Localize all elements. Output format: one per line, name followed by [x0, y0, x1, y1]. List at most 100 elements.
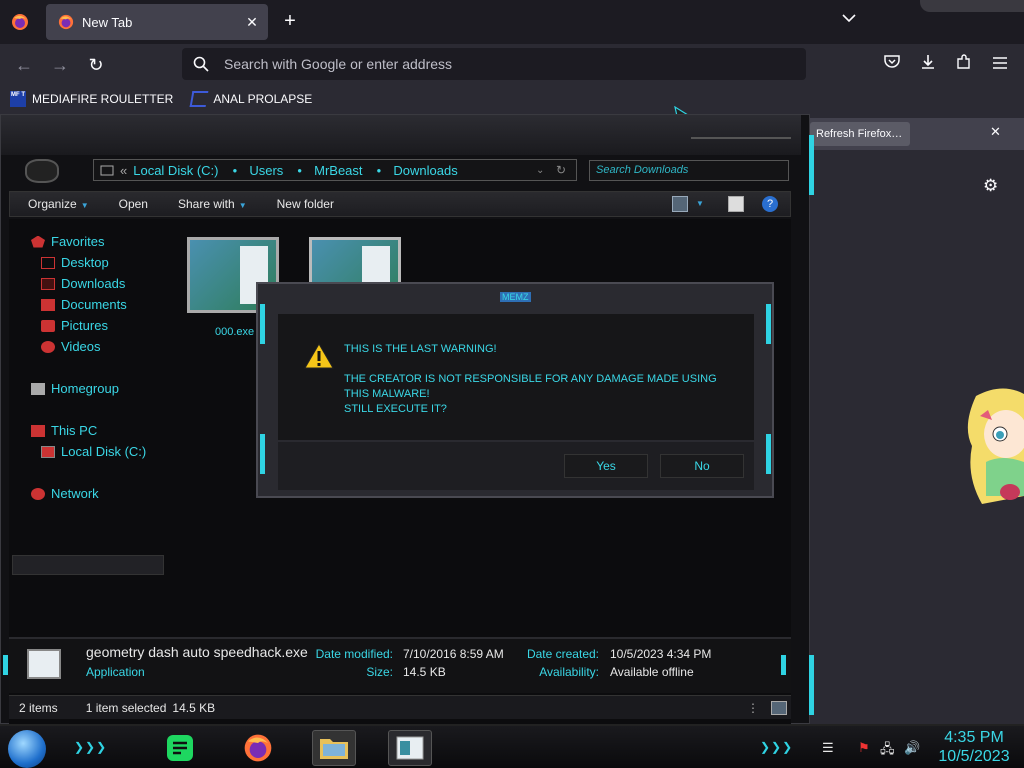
back-button[interactable]: ←	[12, 54, 36, 76]
new-tab-button[interactable]: +	[278, 10, 302, 34]
application-icon	[396, 736, 424, 760]
size-label: Size:	[366, 665, 393, 679]
breadcrumb-separator-icon[interactable]: ●	[377, 166, 382, 175]
hamburger-icon	[993, 57, 1007, 69]
breadcrumb-separator-icon[interactable]: ●	[297, 166, 302, 175]
selected-file-name: geometry dash auto speedhack.exe	[86, 644, 308, 660]
url-placeholder: Search with Google or enter address	[224, 56, 453, 72]
large-icons-view-icon[interactable]	[771, 700, 787, 715]
start-button[interactable]	[8, 730, 46, 768]
warning-line: THIS MALWARE!	[344, 388, 430, 400]
dialog-body: THIS IS THE LAST WARNING! THE CREATOR IS…	[278, 314, 754, 440]
dialog-title: MEMZ	[500, 292, 531, 302]
share-with-button[interactable]: Share with ▼	[178, 197, 247, 211]
nav-label: This PC	[51, 423, 98, 438]
nav-label: Favorites	[51, 234, 105, 249]
action-center-flag-icon[interactable]: ⚑	[858, 740, 870, 756]
close-tab-icon[interactable]: ✕	[242, 14, 262, 31]
downloads-button[interactable]	[917, 54, 939, 76]
selected-count: 1 item selected	[85, 700, 167, 715]
taskbar-app-spotify[interactable]	[158, 730, 202, 766]
details-view-icon[interactable]: ⋮	[747, 701, 759, 715]
nav-homegroup[interactable]: Homegroup	[31, 381, 119, 396]
breadcrumb-separator-icon[interactable]: ●	[232, 166, 237, 175]
taskbar-decoration: ❯❯❯	[760, 740, 794, 754]
taskbar-app-window[interactable]	[388, 730, 432, 766]
pocket-button[interactable]	[881, 54, 903, 76]
nav-local-disk[interactable]: Local Disk (C:)	[41, 444, 146, 459]
url-bar[interactable]: Search with Google or enter address	[182, 48, 806, 80]
chevron-down-icon[interactable]: ▼	[696, 196, 712, 212]
firefox-view-button[interactable]	[8, 10, 32, 34]
refresh-firefox-button[interactable]: Refresh Firefox…	[810, 122, 910, 146]
breadcrumb-downloads[interactable]: Downloads	[393, 163, 457, 178]
homegroup-icon	[31, 382, 45, 395]
preview-pane-icon[interactable]	[728, 196, 744, 212]
clock-time: 4:35 PM	[944, 729, 1004, 746]
nav-label: Videos	[61, 339, 101, 354]
extensions-button[interactable]	[953, 54, 975, 76]
chevron-down-icon: ▼	[80, 201, 89, 210]
new-folder-button[interactable]: New folder	[277, 197, 334, 211]
list-all-tabs-button[interactable]	[842, 12, 856, 26]
selected-size: 14.5 KB	[172, 700, 216, 715]
breadcrumb-mrbeast[interactable]: MrBeast	[314, 163, 362, 178]
nav-videos[interactable]: Videos	[41, 339, 101, 354]
volume-icon[interactable]: 🔊	[904, 740, 920, 756]
address-dropdown-icon[interactable]: ⌄	[536, 165, 544, 176]
app-menu-button[interactable]	[989, 54, 1011, 76]
nav-this-pc[interactable]: This PC	[31, 423, 97, 438]
back-forward-orb[interactable]	[25, 159, 59, 183]
nav-documents[interactable]: Documents	[41, 297, 127, 312]
nav-favorites[interactable]: Favorites	[31, 234, 104, 249]
forward-button[interactable]: →	[48, 54, 72, 76]
refresh-icon[interactable]: ↻	[556, 163, 566, 177]
settings-gear-icon[interactable]: ⚙	[983, 176, 998, 196]
cyan-accent	[809, 135, 814, 195]
date-modified-label: Date modified:	[315, 647, 393, 661]
tray-overflow-icon[interactable]: ☰	[822, 740, 834, 756]
tab-new-tab[interactable]: New Tab ✕	[46, 4, 268, 40]
window-decoration	[920, 0, 1024, 12]
warning-dialog: MEMZ THIS IS THE LAST WARNING! THE CREAT…	[256, 282, 774, 498]
view-options-icon[interactable]	[672, 196, 688, 212]
search-downloads-input[interactable]: Search Downloads	[589, 160, 789, 181]
nav-label: Network	[51, 486, 99, 501]
mediafire-icon: MF T	[10, 91, 26, 107]
warning-line: THE CREATOR IS NOT RESPONSIBLE FOR ANY D…	[344, 373, 717, 385]
nav-downloads[interactable]: Downloads	[41, 276, 125, 291]
address-bar[interactable]: « Local Disk (C:) ● Users ● MrBeast ● Do…	[93, 159, 577, 181]
reload-button[interactable]: ↻	[84, 54, 108, 76]
nav-label: Downloads	[61, 276, 126, 291]
nav-label: Pictures	[61, 318, 108, 333]
nav-desktop[interactable]: Desktop	[41, 255, 109, 270]
availability-value: Available offline	[610, 665, 694, 679]
yes-button[interactable]: Yes	[564, 454, 648, 478]
computer-icon	[31, 424, 45, 437]
organize-button[interactable]: Organize ▼	[28, 197, 89, 211]
nav-pictures[interactable]: Pictures	[41, 318, 108, 333]
chevron-down-icon: ▼	[238, 201, 247, 210]
notes-app-icon	[167, 735, 193, 761]
bookmark-label: ANAL PROLAPSE	[213, 92, 313, 106]
pictures-icon	[41, 319, 55, 332]
breadcrumb-local-disk[interactable]: Local Disk (C:)	[133, 163, 218, 178]
open-button[interactable]: Open	[119, 197, 148, 211]
cyan-accent	[781, 655, 786, 675]
tab-strip: New Tab ✕ +	[0, 0, 1024, 44]
downloads-icon	[41, 277, 55, 290]
breadcrumb-users[interactable]: Users	[249, 163, 283, 178]
clock[interactable]: 4:35 PM 10/5/2023	[936, 728, 1012, 766]
bookmark-second[interactable]: ANAL PROLAPSE	[189, 91, 313, 107]
cyan-accent	[766, 434, 771, 474]
nav-network[interactable]: Network	[31, 486, 99, 501]
no-button[interactable]: No	[660, 454, 744, 478]
nav-label: Documents	[61, 297, 127, 312]
close-notification-icon[interactable]: ✕	[990, 124, 1001, 140]
help-icon[interactable]: ?	[762, 196, 778, 212]
file-name[interactable]: 000.exe	[215, 326, 254, 338]
taskbar-app-explorer[interactable]	[312, 730, 356, 766]
network-tray-icon[interactable]: 🖧	[880, 740, 895, 762]
bookmark-mediafire[interactable]: MF T MEDIAFIRE ROULETTER	[10, 91, 173, 107]
taskbar-app-firefox[interactable]	[236, 730, 280, 766]
